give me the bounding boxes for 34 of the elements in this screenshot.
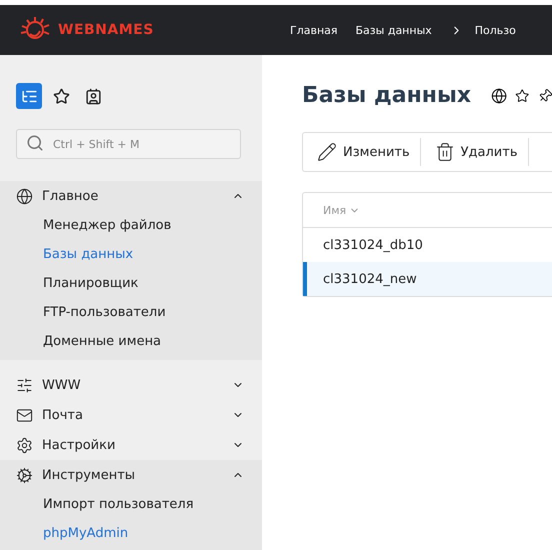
gear-icon [16, 466, 33, 484]
toolbar-button[interactable]: Удалить [420, 138, 528, 166]
globe-icon [16, 188, 33, 204]
id-card-icon [84, 88, 102, 104]
star-icon[interactable] [515, 88, 530, 104]
menu-item[interactable]: Доменные имена [0, 327, 262, 356]
menu-section-header[interactable]: Инструменты [0, 460, 262, 490]
table-row[interactable]: cl331024_new [303, 262, 552, 296]
toolbar-button[interactable]: Изменить [303, 138, 421, 166]
menu-item[interactable]: Базы данных [0, 240, 262, 269]
menu-item[interactable]: Импорт пользователя [0, 490, 262, 519]
logo-text: WEBNAMES [58, 22, 154, 38]
menu-item[interactable]: Планировщик [0, 269, 262, 298]
globe-icon[interactable] [491, 86, 508, 104]
settings-icon [16, 436, 33, 454]
tree-tab[interactable] [16, 83, 42, 109]
menu-section-header[interactable]: Настройки [0, 430, 262, 460]
star-icon [52, 88, 70, 104]
menu-section-header[interactable]: WWW [0, 370, 262, 400]
trash-icon [434, 142, 455, 162]
breadcrumb-link[interactable]: Базы данных [356, 24, 432, 36]
breadcrumb-link[interactable]: Главная [290, 24, 338, 36]
menu-item[interactable]: phpMyAdmin [0, 519, 262, 548]
page-title: Базы данных [302, 83, 472, 108]
mail-icon [16, 406, 33, 424]
pencil-icon [317, 142, 337, 162]
search-field[interactable]: Ctrl + Shift + M [16, 129, 241, 159]
menu-item[interactable]: Менеджер файлов [0, 211, 262, 240]
sliders-icon [16, 376, 33, 394]
menu-item[interactable]: FTP-пользователи [0, 298, 262, 327]
search-icon [26, 134, 44, 152]
menu-section-header[interactable]: Главное [0, 181, 262, 211]
menu-section-header[interactable]: Почта [0, 400, 262, 430]
breadcrumb-link[interactable]: Пользо [474, 24, 516, 36]
